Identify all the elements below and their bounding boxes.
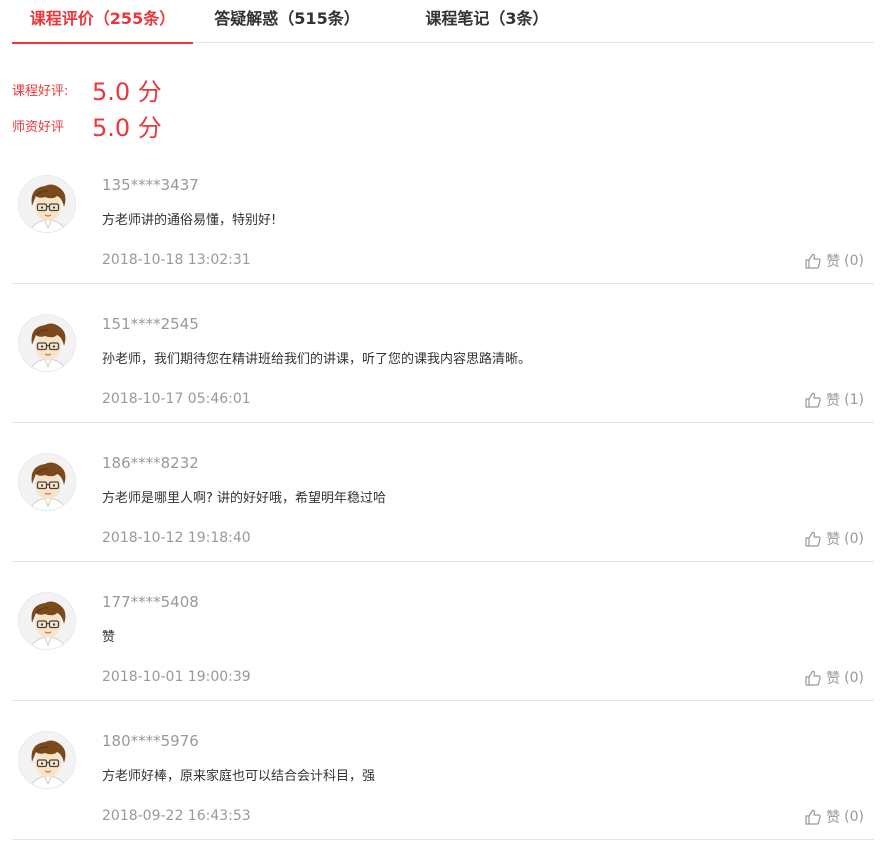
like-label: 赞: [826, 254, 841, 270]
review-item: 135****3437 方老师讲的通俗易懂，特别好! 2018-10-18 13…: [12, 145, 874, 284]
review-item: 186****8232 方老师是哪里人啊? 讲的好好哦，希望明年稳过哈 2018…: [12, 423, 874, 562]
tab-course-reviews[interactable]: 课程评价（255条）: [12, 0, 193, 44]
review-list: 135****3437 方老师讲的通俗易懂，特别好! 2018-10-18 13…: [12, 145, 874, 840]
review-item: 151****2545 孙老师，我们期待您在精讲班给我们的讲课，听了您的课我内容…: [12, 284, 874, 423]
like-count: (0): [844, 253, 864, 269]
review-item: 177****5408 赞 2018-10-01 19:00:39 赞 (0): [12, 562, 874, 701]
review-username: 186****8232: [102, 454, 199, 472]
review-timestamp: 2018-10-17 05:46:01: [102, 391, 251, 407]
review-content: 赞: [102, 630, 116, 645]
review-content: 方老师讲的通俗易懂，特别好!: [102, 213, 277, 228]
review-content: 方老师好棒，原来家庭也可以结合会计科目，强: [102, 769, 376, 784]
thumbs-up-icon: [804, 530, 822, 548]
tab-bar: 课程评价（255条） 答疑解惑（515条） 课程笔记（3条）: [12, 0, 874, 44]
teacher-rating: 师资好评 5.0 分: [12, 108, 162, 143]
cartoon-boy-glasses-avatar-icon: [18, 592, 76, 650]
thumbs-up-icon: [804, 808, 822, 826]
course-rating: 课程好评: 5.0 分: [12, 72, 162, 107]
like-button[interactable]: 赞 (0): [804, 529, 864, 549]
review-item: 180****5976 方老师好棒，原来家庭也可以结合会计科目，强 2018-0…: [12, 701, 874, 840]
tab-course-notes[interactable]: 课程笔记（3条）: [412, 0, 562, 43]
like-count: (0): [844, 809, 864, 825]
review-content: 方老师是哪里人啊? 讲的好好哦，希望明年稳过哈: [102, 491, 387, 506]
thumbs-up-icon: [804, 391, 822, 409]
like-button[interactable]: 赞 (0): [804, 251, 864, 271]
cartoon-boy-glasses-avatar-icon: [18, 453, 76, 511]
thumbs-up-icon: [804, 252, 822, 270]
like-label: 赞: [826, 532, 841, 548]
cartoon-boy-glasses-avatar-icon: [18, 175, 76, 233]
like-label: 赞: [826, 671, 841, 687]
review-username: 177****5408: [102, 593, 199, 611]
review-timestamp: 2018-10-12 19:18:40: [102, 530, 251, 546]
like-button[interactable]: 赞 (0): [804, 668, 864, 688]
teacher-rating-value: 5.0 分: [92, 114, 162, 142]
review-username: 135****3437: [102, 176, 199, 194]
review-content: 孙老师，我们期待您在精讲班给我们的讲课，听了您的课我内容思路清晰。: [102, 352, 532, 367]
cartoon-boy-glasses-avatar-icon: [18, 314, 76, 372]
review-username: 151****2545: [102, 315, 199, 333]
like-label: 赞: [826, 810, 841, 826]
like-count: (1): [844, 392, 864, 408]
like-label: 赞: [826, 393, 841, 409]
teacher-rating-label: 师资好评: [12, 120, 65, 135]
like-button[interactable]: 赞 (1): [804, 390, 864, 410]
review-timestamp: 2018-10-01 19:00:39: [102, 669, 251, 685]
review-username: 180****5976: [102, 732, 199, 750]
thumbs-up-icon: [804, 669, 822, 687]
review-timestamp: 2018-10-18 13:02:31: [102, 252, 251, 268]
like-count: (0): [844, 531, 864, 547]
review-timestamp: 2018-09-22 16:43:53: [102, 808, 251, 824]
like-count: (0): [844, 670, 864, 686]
course-rating-label: 课程好评:: [12, 84, 69, 99]
tab-qa[interactable]: 答疑解惑（515条）: [212, 0, 362, 43]
course-rating-value: 5.0 分: [92, 78, 162, 106]
course-reviews-page: 课程评价（255条） 答疑解惑（515条） 课程笔记（3条） 课程好评: 5.0…: [0, 0, 884, 843]
cartoon-boy-glasses-avatar-icon: [18, 731, 76, 789]
like-button[interactable]: 赞 (0): [804, 807, 864, 827]
